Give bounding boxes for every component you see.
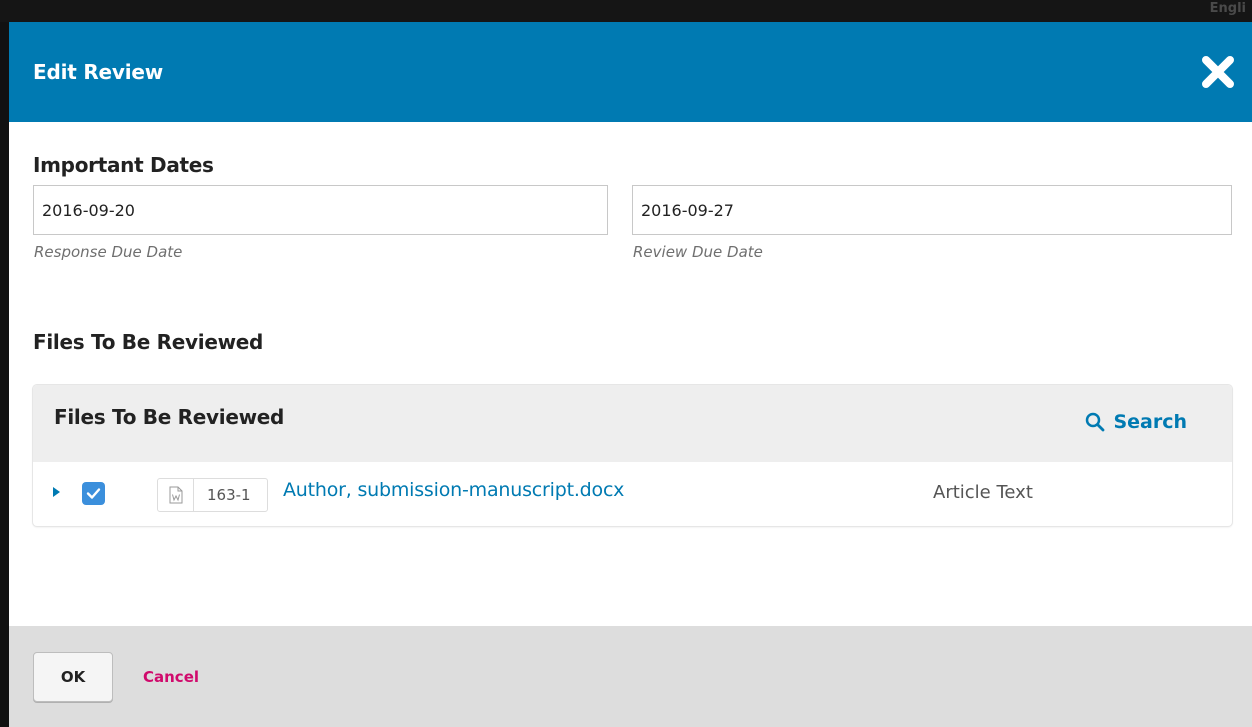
file-name-link[interactable]: Author, submission-manuscript.docx [283,479,624,501]
search-icon [1086,412,1105,432]
review-due-date-input[interactable] [632,185,1232,235]
file-id: 163-1 [207,486,251,504]
close-icon [1202,56,1234,88]
modal-header: Edit Review [9,22,1252,122]
cancel-link[interactable]: Cancel [143,668,199,686]
page-backdrop [0,0,1252,22]
files-grid-title: Files To Be Reviewed [54,405,285,429]
language-menu[interactable]: Engli [1210,0,1252,22]
checkmark-icon [86,488,101,499]
close-button[interactable] [1198,52,1238,92]
file-id-tag: 163-1 [157,478,268,512]
expand-row-button[interactable] [50,483,64,501]
response-due-date-label: Response Due Date [34,243,183,261]
file-type: Article Text [933,482,1033,503]
edit-review-modal: Edit Review Important Dates Response Due… [9,22,1252,727]
file-select-checkbox[interactable] [82,482,105,505]
response-due-date-input[interactable] [33,185,608,235]
ok-button[interactable]: OK [33,652,113,702]
caret-right-icon [53,487,60,497]
important-dates-heading: Important Dates [33,153,214,177]
review-due-date-label: Review Due Date [633,243,763,261]
files-grid: Files To Be Reviewed Search 163-1 Author… [33,385,1232,526]
table-row: 163-1 Author, submission-manuscript.docx… [33,462,1232,526]
files-section-heading: Files To Be Reviewed [33,330,264,354]
modal-footer: OK Cancel [9,626,1252,727]
files-grid-header: Files To Be Reviewed Search [33,385,1232,462]
modal-title: Edit Review [33,60,164,84]
search-button[interactable]: Search [1085,411,1187,433]
file-icon-box [158,479,194,511]
search-label: Search [1113,411,1187,433]
word-document-icon [169,486,182,504]
